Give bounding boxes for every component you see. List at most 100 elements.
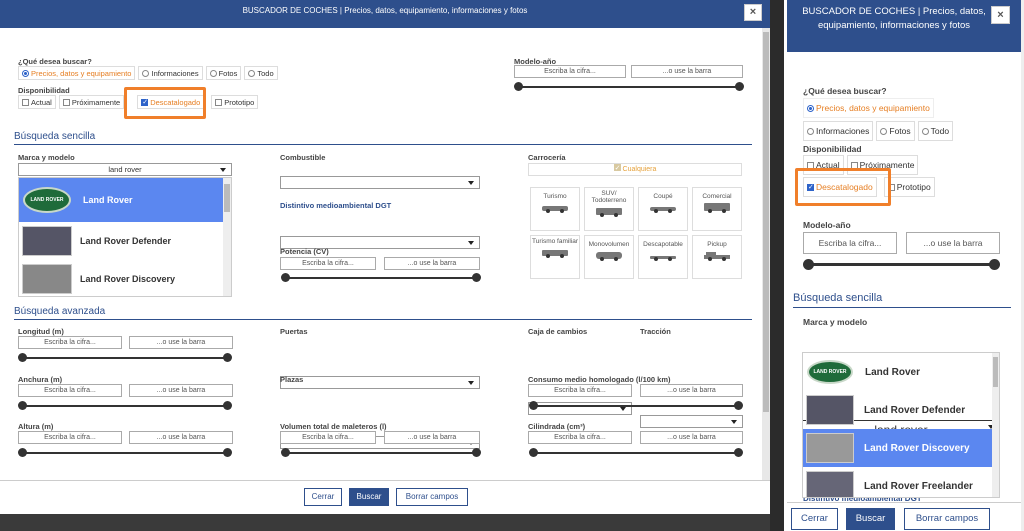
wagon-icon bbox=[542, 250, 568, 258]
puertas-select[interactable] bbox=[280, 376, 480, 389]
volumen-cifra-input[interactable]: Escriba la cifra... bbox=[280, 431, 376, 444]
slider-knob-icon[interactable] bbox=[803, 259, 814, 270]
close-button[interactable]: × bbox=[744, 4, 762, 21]
cualquiera-check[interactable]: Cualquiera bbox=[528, 163, 742, 176]
slider-knob-icon[interactable] bbox=[529, 401, 538, 410]
slider-knob-icon[interactable] bbox=[735, 82, 744, 91]
m-list-item-discovery[interactable]: Land Rover Discovery bbox=[803, 429, 999, 467]
potencia-barra-input[interactable]: ...o use la barra bbox=[384, 257, 480, 270]
potencia-slider[interactable] bbox=[281, 273, 481, 282]
checkbox-icon bbox=[215, 98, 223, 106]
car-type-coupe[interactable]: Coupé bbox=[638, 187, 688, 231]
slider-knob-icon[interactable] bbox=[281, 448, 290, 457]
list-scrollbar[interactable] bbox=[223, 178, 231, 296]
longitud-label: Longitud (m) bbox=[18, 327, 64, 336]
altura-slider[interactable] bbox=[18, 448, 232, 457]
slider-knob-icon[interactable] bbox=[281, 273, 290, 282]
m-cerrar-button[interactable]: Cerrar bbox=[791, 508, 838, 530]
m-list-item-land-rover[interactable]: LAND ROVER Land Rover bbox=[803, 353, 999, 391]
radio-precios[interactable]: Precios, datos y equipamiento bbox=[18, 66, 136, 80]
marca-select[interactable]: land rover bbox=[18, 163, 232, 176]
list-item-defender[interactable]: Land Rover Defender bbox=[19, 222, 231, 260]
slider-knob-icon[interactable] bbox=[223, 401, 232, 410]
busqueda-sencilla-heading: Búsqueda sencilla bbox=[14, 131, 752, 145]
slider-knob-icon[interactable] bbox=[514, 82, 523, 91]
altura-cifra-input[interactable]: Escriba la cifra... bbox=[18, 431, 122, 444]
slider-knob-icon[interactable] bbox=[529, 448, 538, 457]
cerrar-button[interactable]: Cerrar bbox=[304, 488, 342, 506]
m-radio-informaciones[interactable]: Informaciones bbox=[803, 121, 874, 141]
volumen-slider[interactable] bbox=[281, 448, 481, 457]
car-type-suv[interactable]: SUV/ Todoterreno bbox=[584, 187, 634, 231]
mobile-close-button[interactable]: × bbox=[991, 6, 1010, 24]
modal-header: BUSCADOR DE COCHES | Precios, datos, equ… bbox=[0, 0, 770, 28]
slider-knob-icon[interactable] bbox=[18, 401, 27, 410]
m-check-prototipo[interactable]: Prototipo bbox=[883, 177, 935, 197]
modelo-slider[interactable] bbox=[514, 82, 744, 91]
radio-informaciones[interactable]: Informaciones bbox=[138, 66, 203, 80]
m-buscar-button[interactable]: Buscar bbox=[846, 508, 895, 530]
cilindrada-cifra-input[interactable]: Escriba la cifra... bbox=[528, 431, 632, 444]
m-modelo-slider[interactable] bbox=[803, 259, 1000, 270]
modelo-barra-input[interactable]: ...o use la barra bbox=[631, 65, 743, 78]
m-list-item-freelander[interactable]: Land Rover Freelander bbox=[803, 467, 999, 497]
m-modelo-barra-input[interactable]: ...o use la barra bbox=[906, 232, 1000, 254]
longitud-cifra-input[interactable]: Escriba la cifra... bbox=[18, 336, 122, 349]
radio-todo[interactable]: Todo bbox=[244, 66, 278, 80]
longitud-barra-input[interactable]: ...o use la barra bbox=[129, 336, 233, 349]
cilindrada-barra-input[interactable]: ...o use la barra bbox=[640, 431, 743, 444]
slider-knob-icon[interactable] bbox=[18, 353, 27, 362]
slider-knob-icon[interactable] bbox=[223, 448, 232, 457]
car-type-descapotable[interactable]: Descapotable bbox=[638, 235, 688, 279]
mobile-title: BUSCADOR DE COCHES | Precios, datos, equ… bbox=[802, 6, 986, 31]
m-radio-fotos[interactable]: Fotos bbox=[876, 121, 915, 141]
car-type-pickup[interactable]: Pickup bbox=[692, 235, 742, 279]
car-type-familiar[interactable]: Turismo familiar bbox=[530, 235, 580, 279]
slider-knob-icon[interactable] bbox=[472, 448, 481, 457]
check-proximamente[interactable]: Próximamente bbox=[58, 95, 125, 109]
coupe-icon bbox=[650, 207, 676, 213]
modelo-cifra-input[interactable]: Escriba la cifra... bbox=[514, 65, 626, 78]
slider-knob-icon[interactable] bbox=[223, 353, 232, 362]
consumo-barra-input[interactable]: ...o use la barra bbox=[640, 384, 743, 397]
caja-label: Caja de cambios bbox=[528, 327, 588, 336]
anchura-label: Anchura (m) bbox=[18, 375, 63, 384]
list-item-discovery[interactable]: Land Rover Discovery bbox=[19, 260, 231, 296]
borrar-button[interactable]: Borrar campos bbox=[396, 488, 468, 506]
anchura-slider[interactable] bbox=[18, 401, 232, 410]
slider-knob-icon[interactable] bbox=[734, 448, 743, 457]
consumo-cifra-input[interactable]: Escriba la cifra... bbox=[528, 384, 632, 397]
cilindrada-slider[interactable] bbox=[529, 448, 743, 457]
potencia-cifra-input[interactable]: Escriba la cifra... bbox=[280, 257, 376, 270]
car-type-turismo[interactable]: Turismo bbox=[530, 187, 580, 231]
m-radio-precios[interactable]: Precios, datos y equipamiento bbox=[803, 98, 934, 118]
volumen-barra-input[interactable]: ...o use la barra bbox=[384, 431, 480, 444]
marca-label: Marca y modelo bbox=[18, 153, 75, 162]
caja-select[interactable] bbox=[528, 402, 632, 415]
longitud-slider[interactable] bbox=[18, 353, 232, 362]
list-item-land-rover[interactable]: LAND ROVER Land Rover bbox=[19, 178, 231, 222]
car-type-monovolumen[interactable]: Monovolumen bbox=[584, 235, 634, 279]
slider-knob-icon[interactable] bbox=[472, 273, 481, 282]
m-borrar-button[interactable]: Borrar campos bbox=[904, 508, 990, 530]
anchura-barra-input[interactable]: ...o use la barra bbox=[129, 384, 233, 397]
buscar-button[interactable]: Buscar bbox=[349, 488, 389, 506]
altura-barra-input[interactable]: ...o use la barra bbox=[129, 431, 233, 444]
m-list-scrollbar[interactable] bbox=[992, 353, 999, 497]
traccion-select[interactable] bbox=[640, 415, 743, 428]
radio-fotos[interactable]: Fotos bbox=[205, 66, 242, 80]
slider-knob-icon[interactable] bbox=[989, 259, 1000, 270]
check-prototipo[interactable]: Prototipo bbox=[211, 95, 259, 109]
m-modelo-cifra-input[interactable]: Escriba la cifra... bbox=[803, 232, 897, 254]
slider-knob-icon[interactable] bbox=[18, 448, 27, 457]
modal-scrollbar[interactable] bbox=[762, 28, 770, 480]
m-radio-todo[interactable]: Todo bbox=[917, 121, 954, 141]
combustible-select[interactable] bbox=[280, 176, 480, 189]
consumo-slider[interactable] bbox=[529, 401, 743, 410]
car-type-comercial[interactable]: Comercial bbox=[692, 187, 742, 231]
slider-knob-icon[interactable] bbox=[734, 401, 743, 410]
check-actual[interactable]: Actual bbox=[18, 95, 56, 109]
m-list-item-defender[interactable]: Land Rover Defender bbox=[803, 391, 999, 429]
que-options: Precios, datos y equipamiento Informacio… bbox=[18, 66, 281, 80]
anchura-cifra-input[interactable]: Escriba la cifra... bbox=[18, 384, 122, 397]
